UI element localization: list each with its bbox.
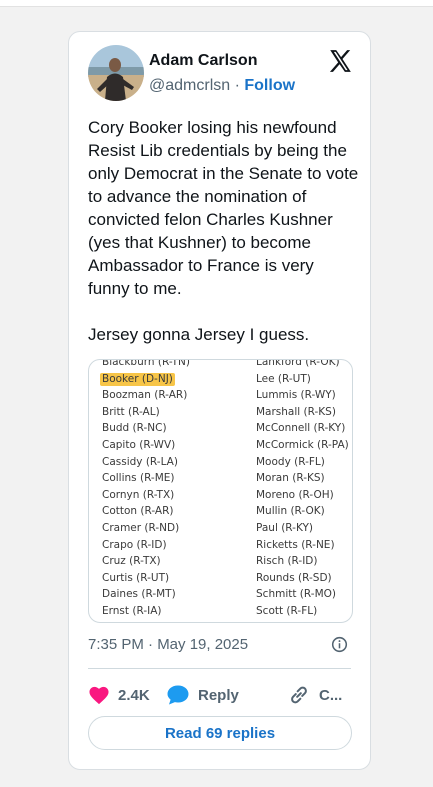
copy-label: C...	[319, 686, 343, 704]
vote-list-row: Blackburn (R-TN)	[102, 359, 191, 371]
senator-name: Paul (R-KY)	[256, 521, 313, 534]
senator-name: Capito (R-WV)	[102, 438, 176, 451]
vote-list-row: Moreno (R-OH)	[256, 487, 349, 504]
author-name[interactable]: Adam Carlson	[149, 52, 257, 70]
vote-list-row: Booker (D-NJ)	[100, 371, 190, 388]
vote-list-row: McCormick (R-PA)	[256, 437, 349, 454]
vote-list-row: Mullin (R-OK)	[256, 503, 349, 520]
vote-list-row: Moran (R-KS)	[256, 470, 349, 487]
senator-name: Moreno (R-OH)	[256, 488, 334, 501]
vote-list-row: Moody (R-FL)	[256, 454, 349, 471]
tweet-timestamp[interactable]: 7:35 PM · May 19, 2025	[88, 636, 248, 653]
reply-button[interactable]: Reply	[166, 680, 239, 710]
senator-name: Risch (R-ID)	[256, 555, 318, 568]
vote-list-row: Capito (R-WV)	[102, 437, 190, 454]
senator-name: Rounds (R-SD)	[256, 571, 332, 584]
like-count: 2.4K	[118, 686, 150, 704]
vote-list-left-column: Blackburn (R-TN) Booker (D-NJ) Boozman (R-…	[100, 359, 191, 623]
senator-name: Boozman (R-AR)	[102, 389, 188, 402]
vote-list-row: Cassidy (R-LA)	[102, 454, 190, 471]
vote-list-row: Fischer (R-NE)	[102, 620, 190, 623]
senator-name: Blackburn (R-TN)	[102, 359, 191, 368]
vote-list-row: Cruz (R-TX)	[102, 553, 190, 570]
vote-list-right-column: Lankford (R-OK) Lee (R-UT) Lummis (R-WY) Ma…	[256, 359, 349, 623]
divider	[88, 668, 351, 669]
vote-list-row: Marshall (R-KS)	[256, 404, 349, 421]
vote-list-row: Cornyn (R-TX)	[102, 487, 190, 504]
author-handle[interactable]: @admcrlsn	[149, 77, 230, 94]
vote-list-row: Lankford (R-OK)	[256, 359, 349, 371]
vote-list-row: Ricketts (R-NE)	[256, 537, 349, 554]
tweet-image-vote-list[interactable]: Blackburn (R-TN) Booker (D-NJ) Boozman (R-…	[88, 359, 353, 623]
senator-name: Budd (R-NC)	[102, 422, 167, 435]
author-handle-row: @admcrlsn · Follow	[149, 77, 295, 95]
senator-name: Cramer (R-ND)	[102, 521, 180, 534]
like-button[interactable]: 2.4K	[88, 680, 150, 710]
vote-list-row: Ernst (R-IA)	[102, 603, 190, 620]
vote-list-row: Rounds (R-SD)	[256, 570, 349, 587]
vote-list-row: Lee (R-UT)	[256, 371, 349, 388]
senator-name: McConnell (R-KY)	[256, 422, 346, 435]
senator-name: Cotton (R-AR)	[102, 505, 174, 518]
x-logo-icon[interactable]	[327, 48, 353, 74]
senator-name: Fischer (R-NE)	[102, 622, 176, 623]
vote-list-row: Curtis (R-UT)	[102, 570, 190, 587]
senator-name: Marshall (R-KS)	[256, 405, 336, 418]
senator-name: Booker (D-NJ)	[100, 372, 175, 386]
vote-list-row: Britt (R-AL)	[102, 404, 190, 421]
action-bar: 2.4K Reply C...	[88, 680, 358, 710]
senator-name: Moran (R-KS)	[256, 472, 325, 485]
senator-name: Schmitt (R-MO)	[256, 588, 336, 601]
vote-list-row: Cramer (R-ND)	[102, 520, 190, 537]
copy-link-button[interactable]: C...	[287, 680, 342, 710]
senator-name: Lummis (R-WY)	[256, 389, 336, 402]
senator-name: Collins (R-ME)	[102, 472, 175, 485]
senator-name: Cornyn (R-TX)	[102, 488, 175, 501]
vote-list-row: Boozman (R-AR)	[102, 387, 190, 404]
top-bar	[0, 0, 433, 7]
vote-list-row: Schmitt (R-MO)	[256, 586, 349, 603]
vote-list-row: Lummis (R-WY)	[256, 387, 349, 404]
senator-name: Scott (R-FL)	[256, 604, 318, 617]
vote-list-row: McConnell (R-KY)	[256, 420, 349, 437]
vote-list-row: Cotton (R-AR)	[102, 503, 190, 520]
vote-list-row: Risch (R-ID)	[256, 553, 349, 570]
vote-list-row: Daines (R-MT)	[102, 586, 190, 603]
senator-name: Curtis (R-UT)	[102, 571, 170, 584]
reply-label: Reply	[198, 686, 239, 704]
senator-name: Cassidy (R-LA)	[102, 455, 178, 468]
senator-name: Moody (R-FL)	[256, 455, 325, 468]
senator-name: Mullin (R-OK)	[256, 505, 325, 518]
read-replies-button[interactable]: Read 69 replies	[88, 716, 352, 750]
vote-list-row: Crapo (R-ID)	[102, 537, 190, 554]
senator-name: Scott (R-SC)	[256, 622, 319, 623]
handle-separator: ·	[230, 77, 245, 94]
vote-list-row: Scott (R-FL)	[256, 603, 349, 620]
senator-name: Lee (R-UT)	[256, 372, 311, 385]
vote-list-row: Paul (R-KY)	[256, 520, 349, 537]
senator-name: Cruz (R-TX)	[102, 555, 161, 568]
vote-list-row: Scott (R-SC)	[256, 620, 349, 623]
senator-name: Daines (R-MT)	[102, 588, 176, 601]
avatar[interactable]	[88, 45, 144, 101]
reply-bubble-icon	[167, 685, 189, 705]
senator-name: Crapo (R-ID)	[102, 538, 167, 551]
info-icon[interactable]	[331, 636, 348, 653]
avatar-image	[88, 45, 144, 101]
link-icon	[291, 686, 307, 704]
senator-name: Ricketts (R-NE)	[256, 538, 335, 551]
vote-list-row: Budd (R-NC)	[102, 420, 190, 437]
senator-name: McCormick (R-PA)	[256, 438, 349, 451]
follow-button[interactable]: Follow	[244, 77, 295, 94]
heart-icon	[89, 686, 109, 705]
senator-name: Britt (R-AL)	[102, 405, 160, 418]
tweet-text: Cory Booker losing his newfound Resist L…	[88, 118, 359, 344]
senator-name: Lankford (R-OK)	[256, 359, 340, 368]
tweet-card: Adam Carlson @admcrlsn · Follow Cory Boo…	[68, 31, 371, 770]
vote-list-row: Collins (R-ME)	[102, 470, 190, 487]
senator-name: Ernst (R-IA)	[102, 604, 162, 617]
